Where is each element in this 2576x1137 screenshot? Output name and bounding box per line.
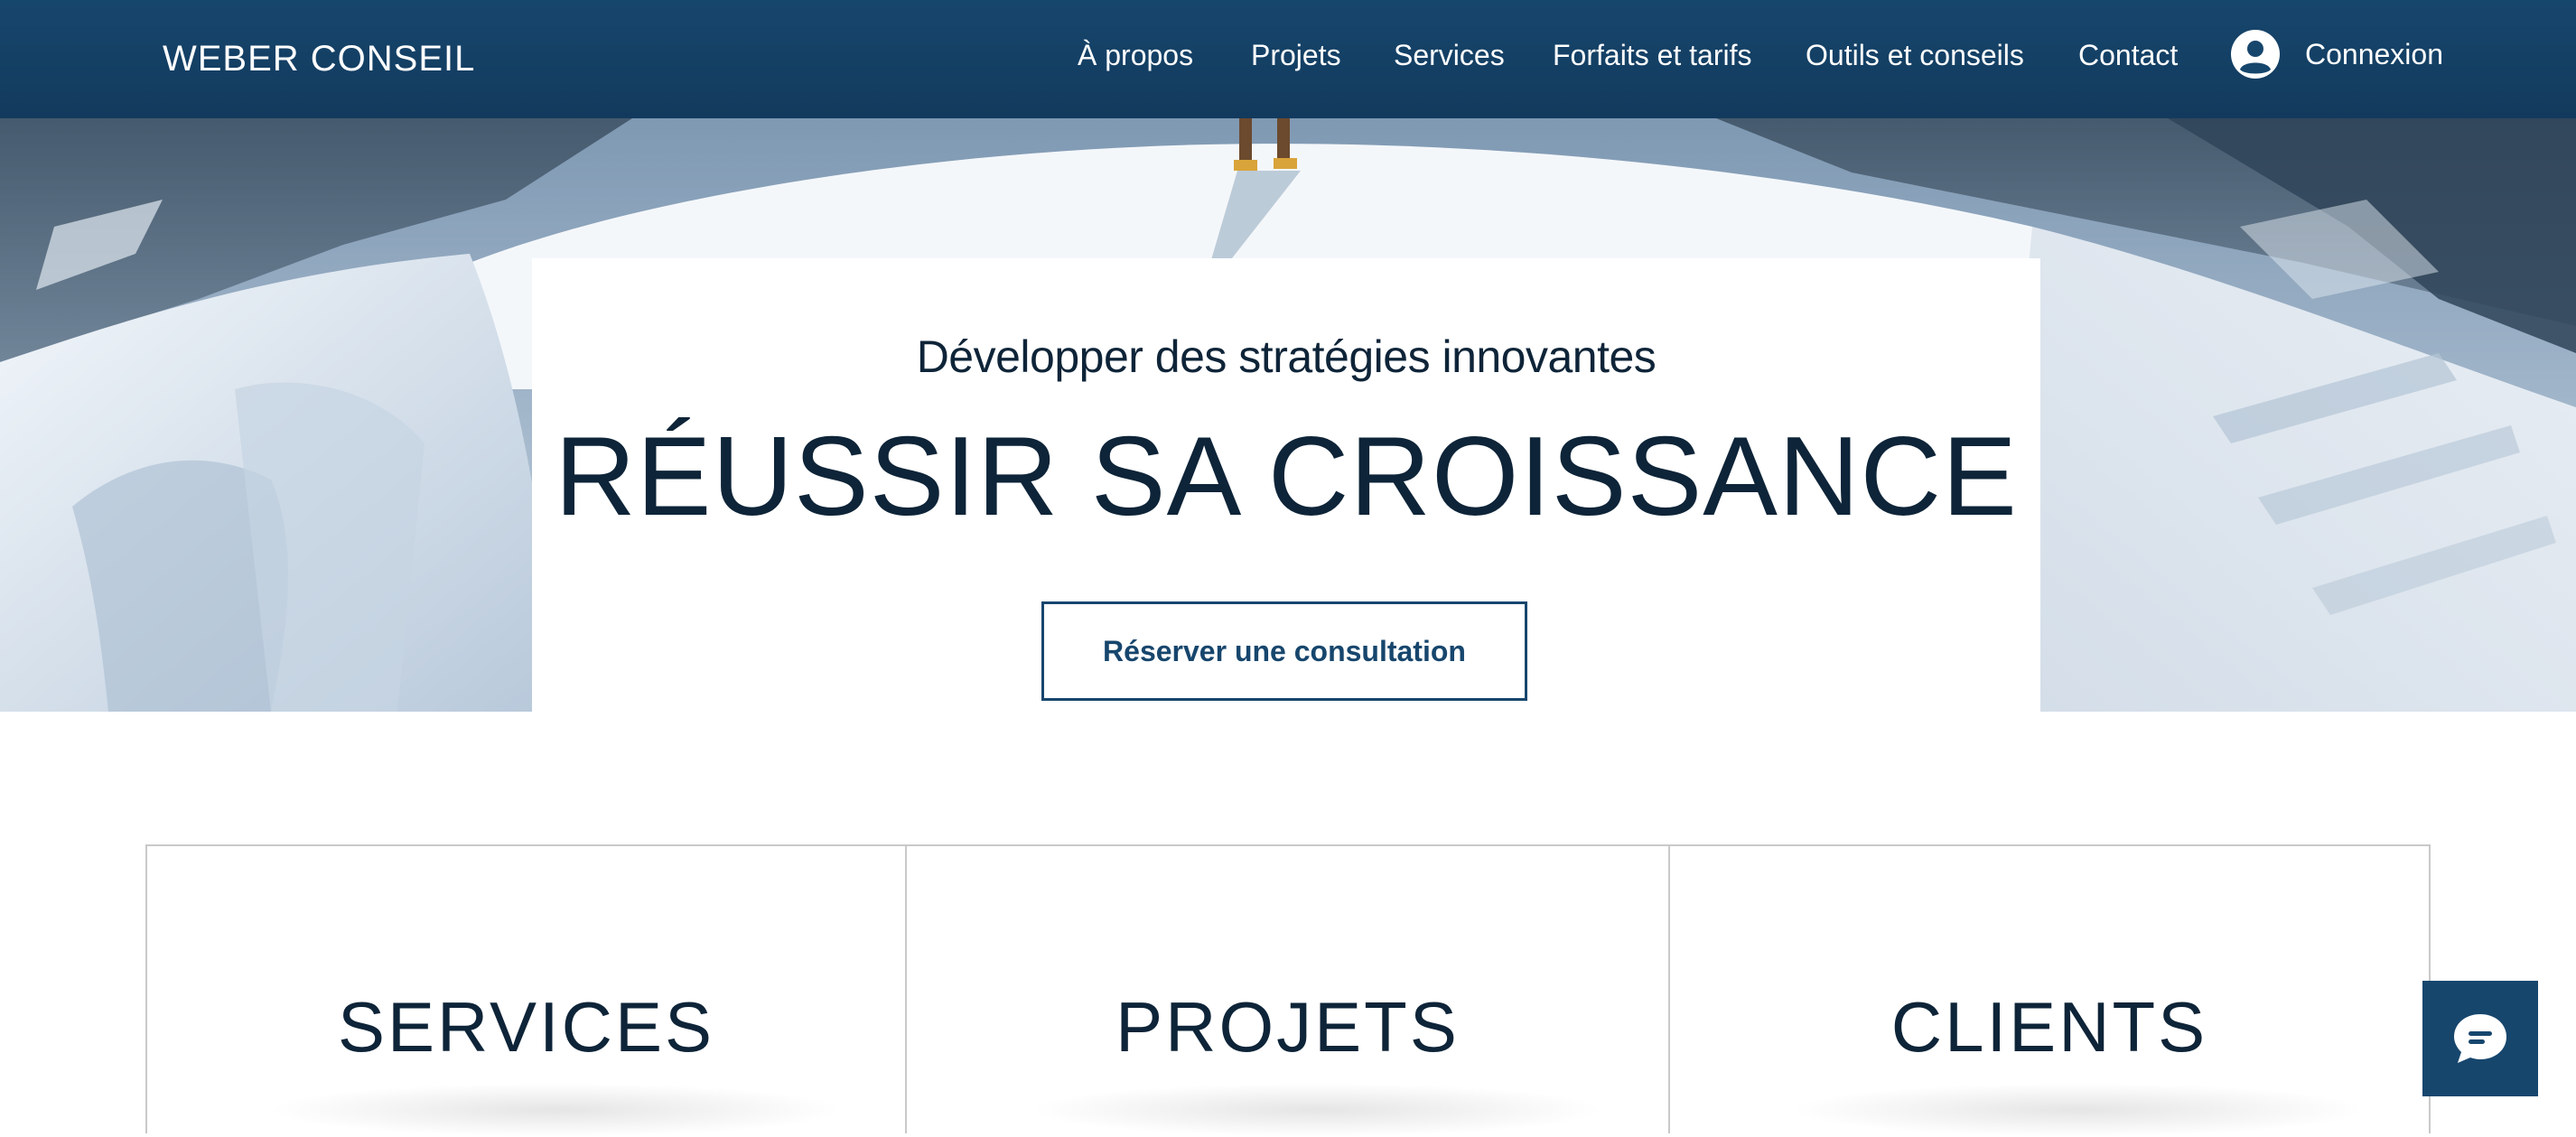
hero-card: Développer des stratégies innovantes RÉU…	[532, 258, 2040, 712]
login-button[interactable]: Connexion	[2231, 27, 2443, 81]
main-nav: À propos Projets Services Forfaits et ta…	[0, 33, 2576, 78]
nav-item-outils-et-conseils[interactable]: Outils et conseils	[1806, 33, 2024, 78]
hero-banner: Développer des stratégies innovantes RÉU…	[0, 118, 2576, 712]
nav-item-services[interactable]: Services	[1394, 33, 1505, 78]
chat-widget-button[interactable]	[2422, 981, 2538, 1096]
chat-bubble-icon	[2454, 1014, 2506, 1063]
nav-item-contact[interactable]: Contact	[2078, 33, 2178, 78]
services-box-title: SERVICES	[337, 987, 715, 1067]
nav-item-projets[interactable]: Projets	[1251, 33, 1341, 78]
book-consultation-button[interactable]: Réserver une consultation	[1041, 601, 1527, 701]
clients-box-title: CLIENTS	[1890, 987, 2208, 1067]
hero-title: RÉUSSIR SA CROISSANCE	[555, 415, 2018, 539]
box-shadow-decoration	[1027, 1083, 1606, 1137]
projets-box[interactable]: PROJETS	[905, 846, 1668, 1137]
box-shadow-decoration	[266, 1083, 845, 1137]
nav-item-forfaits-et-tarifs[interactable]: Forfaits et tarifs	[1553, 33, 1752, 78]
clients-box[interactable]: CLIENTS	[1668, 846, 2429, 1137]
hero-subtitle: Développer des stratégies innovantes	[916, 331, 1657, 382]
nav-item-a-propos[interactable]: À propos	[1078, 33, 1193, 78]
user-avatar-icon	[2231, 30, 2280, 79]
projets-box-title: PROJETS	[1115, 987, 1460, 1067]
login-label: Connexion	[2305, 37, 2443, 70]
site-header: WEBER CONSEIL À propos Projets Services …	[0, 0, 2576, 118]
box-shadow-decoration	[1789, 1083, 2367, 1137]
services-box[interactable]: SERVICES	[147, 846, 905, 1137]
feature-boxes: SERVICES PROJETS CLIENTS	[145, 844, 2431, 1137]
